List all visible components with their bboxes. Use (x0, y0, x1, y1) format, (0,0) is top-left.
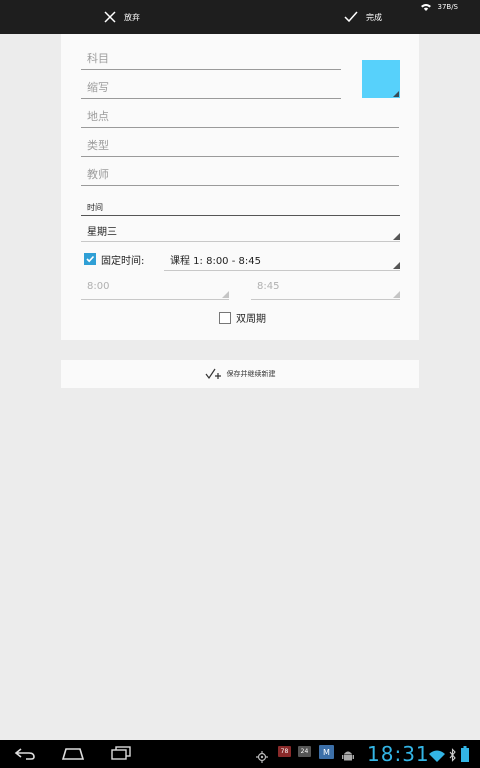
home-icon[interactable] (61, 746, 85, 760)
net-speed: 37B/S (437, 3, 458, 11)
start-time-spinner: 8:00 (81, 277, 229, 300)
check-icon (344, 11, 358, 23)
type-placeholder: 类型 (87, 139, 109, 152)
teacher-placeholder: 教师 (87, 168, 109, 181)
battery-icon (461, 746, 469, 762)
discard-button[interactable]: 放弃 (104, 0, 140, 34)
fixed-time-label: 固定时间: (101, 256, 145, 267)
clock: 18:31 (367, 742, 430, 766)
recent-apps-icon[interactable] (111, 746, 131, 760)
time-section-label: 时间 (87, 203, 103, 212)
fixed-time-checkbox[interactable] (84, 253, 96, 265)
end-time-value: 8:45 (257, 281, 280, 292)
subject-field[interactable]: 科目 (81, 47, 341, 70)
dropdown-arrow-icon (393, 262, 400, 269)
action-bar: 放弃 完成 37B/S (0, 0, 480, 34)
color-picker[interactable] (362, 60, 400, 98)
done-button[interactable]: 完成 (344, 0, 382, 34)
period-spinner[interactable]: 课程 1: 8:00 - 8:45 (164, 248, 400, 271)
start-time-value: 8:00 (87, 281, 110, 292)
teacher-field[interactable]: 教师 (81, 163, 399, 186)
biweekly-checkbox[interactable] (219, 312, 231, 324)
gps-icon (256, 751, 268, 763)
dropdown-arrow-icon (393, 233, 400, 240)
notification-badge: 24 (298, 746, 311, 757)
bluetooth-icon (449, 748, 456, 762)
status-network: 37B/S (421, 2, 458, 12)
checkmark-icon (86, 255, 95, 263)
weekday-value: 星期三 (87, 227, 117, 238)
wifi-icon (421, 4, 432, 11)
check-plus-icon (205, 368, 221, 380)
weekday-spinner[interactable]: 星期三 (81, 219, 400, 242)
save-and-continue-button[interactable]: 保存并继续新建 (61, 360, 419, 388)
location-field[interactable]: 地点 (81, 105, 399, 128)
wifi-icon (429, 750, 445, 762)
system-nav-bar: 78 24 M 18:31 (0, 740, 480, 768)
type-field[interactable]: 类型 (81, 134, 399, 157)
back-icon[interactable] (14, 748, 36, 760)
period-value: 课程 1: 8:00 - 8:45 (170, 256, 261, 267)
notification-badge: 78 (278, 746, 291, 757)
close-icon (104, 11, 116, 23)
discard-label: 放弃 (124, 12, 140, 22)
biweekly-label: 双周期 (236, 314, 266, 325)
android-icon (342, 751, 354, 761)
done-label: 完成 (366, 12, 382, 22)
dropdown-arrow-icon (222, 291, 229, 298)
subject-placeholder: 科目 (87, 52, 109, 65)
abbr-field[interactable]: 缩写 (81, 76, 341, 99)
save-and-continue-label: 保存并继续新建 (226, 370, 276, 378)
app-icon: M (319, 745, 334, 759)
abbr-placeholder: 缩写 (87, 81, 109, 94)
location-placeholder: 地点 (87, 110, 109, 123)
dropdown-arrow-icon (393, 291, 400, 298)
time-section-divider (81, 215, 400, 216)
end-time-spinner: 8:45 (251, 277, 400, 300)
course-form-card: 科目 缩写 地点 类型 教师 时间 星期三 固定时间: 课程 1: 8:00 -… (61, 34, 419, 340)
